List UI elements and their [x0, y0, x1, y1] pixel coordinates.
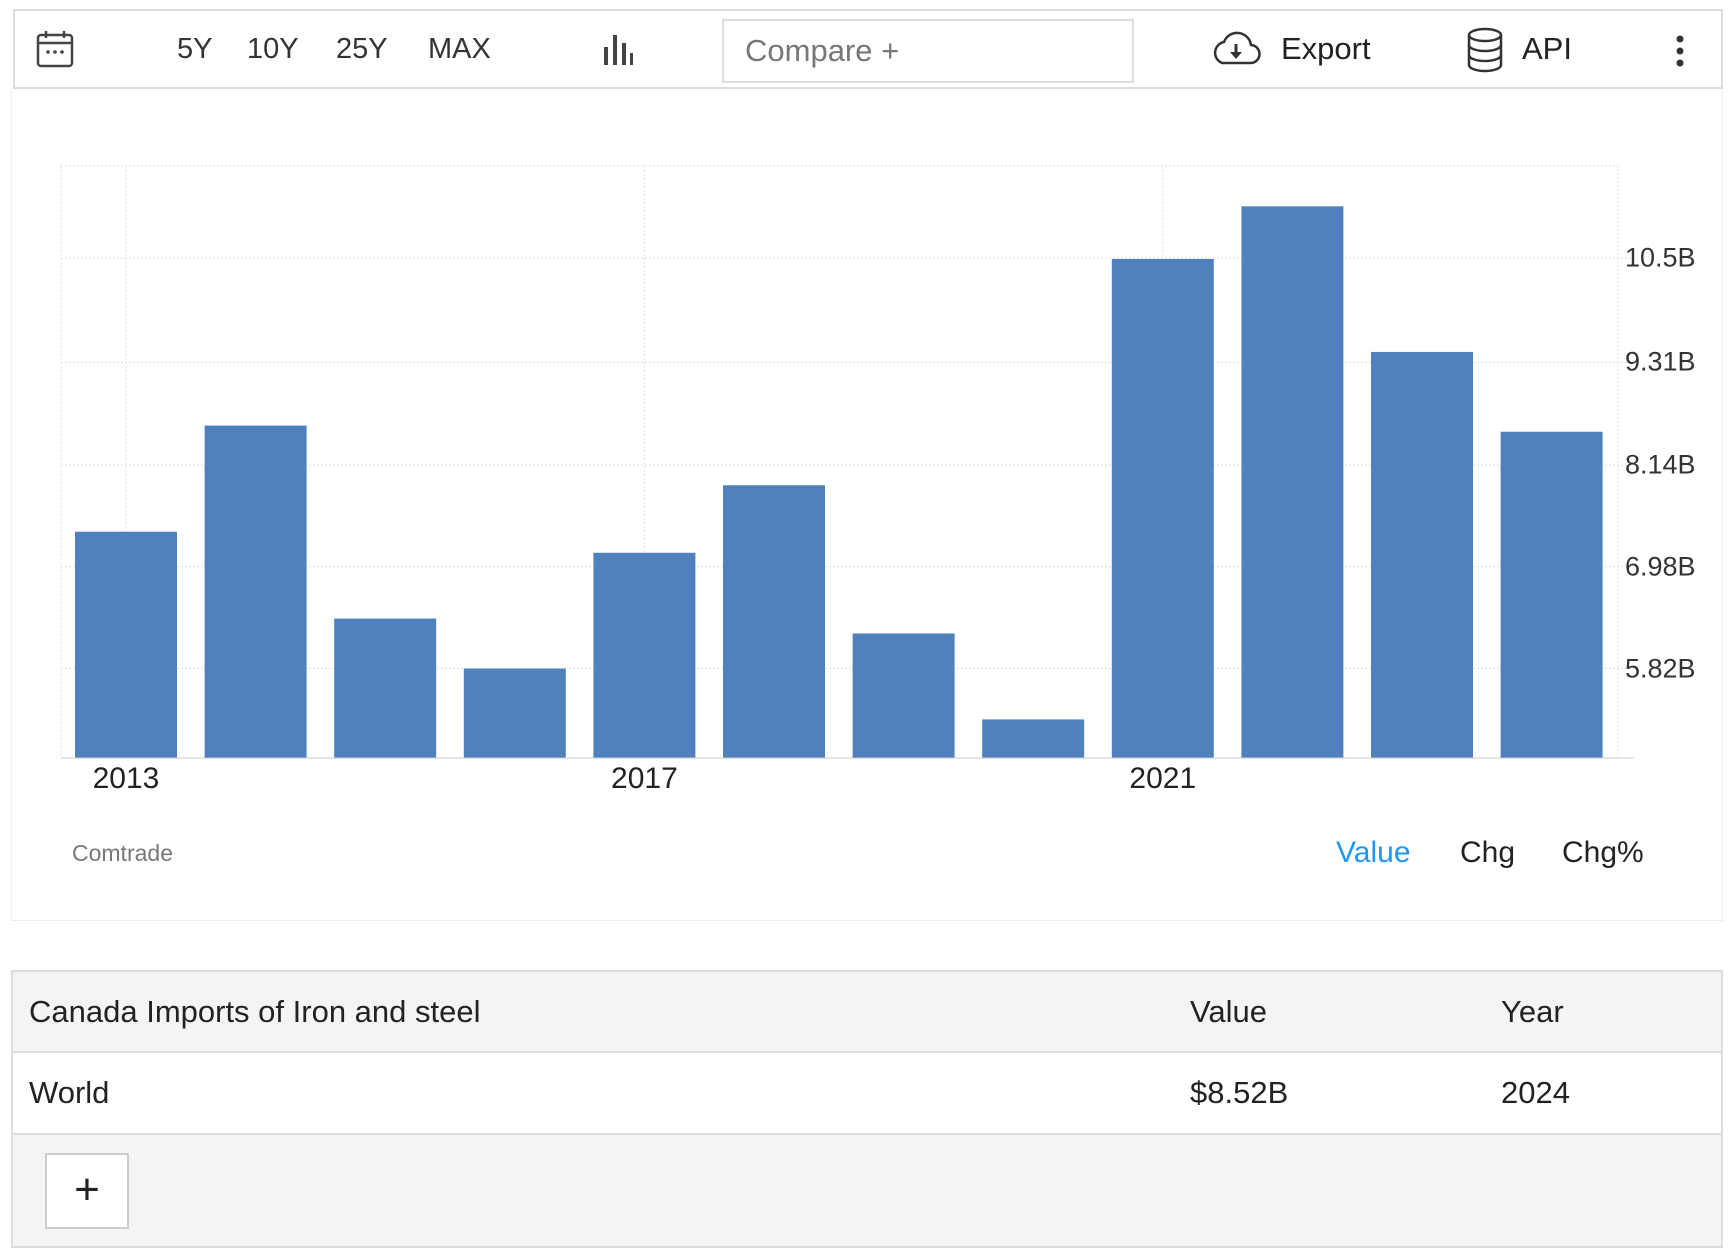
mode-chg-tab[interactable]: Chg	[1460, 836, 1515, 870]
bar-2024	[1500, 431, 1603, 758]
y-tick-label: 6.98B	[1625, 551, 1696, 582]
bar-2013	[75, 531, 177, 758]
bar-2023	[1371, 351, 1473, 758]
y-tick-label: 5.82B	[1625, 653, 1696, 684]
source-label: Comtrade	[72, 840, 173, 866]
bar-2022	[1241, 206, 1344, 759]
data-table: Canada Imports of Iron and steel Value Y…	[11, 970, 1723, 1248]
header-title: Canada Imports of Iron and steel	[29, 993, 481, 1029]
x-tick-label: 2021	[1129, 762, 1197, 795]
header-year: Year	[1501, 993, 1564, 1029]
row-value: $8.52B	[1190, 1075, 1289, 1110]
x-tick-label: 2013	[92, 762, 160, 795]
bar-2014	[204, 425, 307, 758]
table-header: Canada Imports of Iron and steel Value Y…	[13, 972, 1721, 1053]
bar-2019	[852, 633, 955, 758]
table-row[interactable]: World $8.52B 2024	[13, 1053, 1721, 1135]
y-tick-label: 9.31B	[1625, 346, 1696, 377]
y-tick-label: 8.14B	[1625, 449, 1696, 480]
x-tick-label: 2017	[611, 762, 678, 795]
y-tick-label: 10.5B	[1625, 242, 1696, 273]
row-year: 2024	[1501, 1075, 1570, 1110]
table-footer	[13, 1135, 1721, 1246]
bar-2018	[723, 485, 825, 758]
bar-2016	[463, 668, 566, 758]
header-value: Value	[1190, 993, 1267, 1029]
bar-2021	[1111, 258, 1214, 758]
row-country: World	[29, 1075, 110, 1110]
add-row-button[interactable]: +	[45, 1153, 129, 1229]
mode-chgpct-tab[interactable]: Chg%	[1562, 836, 1644, 870]
bar-2020	[982, 719, 1085, 758]
bar-2017	[593, 552, 696, 758]
bar-2015	[334, 618, 437, 758]
mode-value-tab[interactable]: Value	[1336, 836, 1411, 870]
